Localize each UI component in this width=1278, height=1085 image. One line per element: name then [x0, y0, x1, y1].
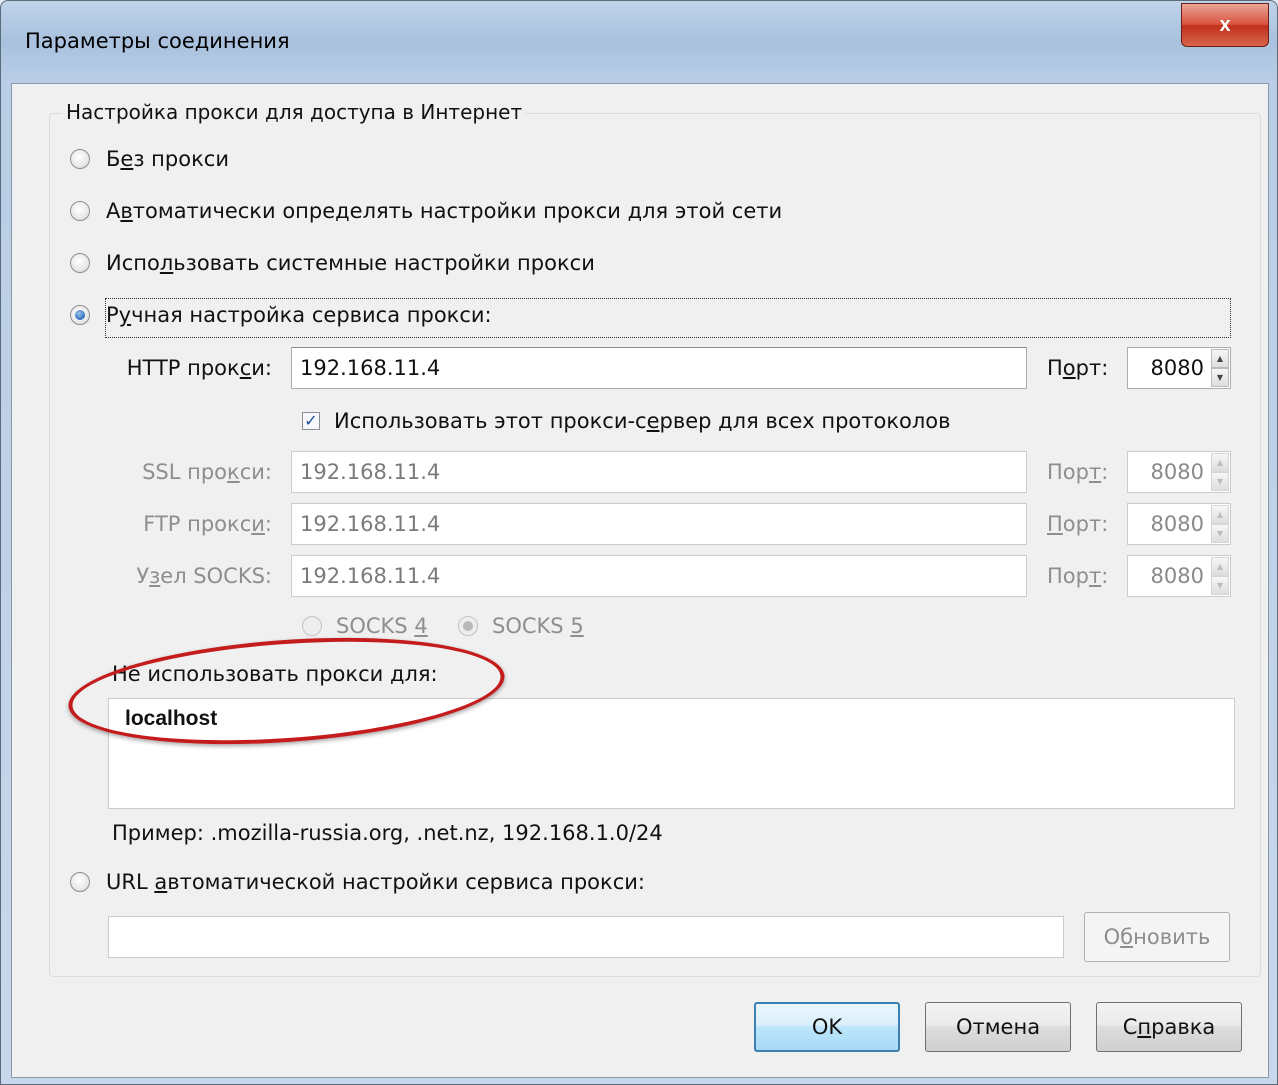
socks-port-spinner[interactable]: ▲ ▼ — [1211, 557, 1229, 595]
ssl-proxy-label: SSL прокси: — [142, 460, 272, 484]
proxy-settings-group — [49, 113, 1261, 977]
ftp-port-spinner[interactable]: ▲ ▼ — [1211, 505, 1229, 543]
spin-up-icon[interactable]: ▲ — [1211, 349, 1229, 368]
http-port-label: Порт: — [1047, 356, 1109, 380]
checkbox[interactable]: ✓ — [302, 412, 320, 430]
ftp-port-label: Порт: — [1047, 512, 1109, 536]
spin-down-icon[interactable]: ▼ — [1211, 524, 1229, 543]
radio-auto-config-url-label: URL автоматической настройки сервиса про… — [106, 870, 645, 894]
radio-no-proxy[interactable]: Без прокси — [70, 147, 229, 171]
ftp-proxy-label: FTP прокси: — [143, 512, 272, 536]
radio-system-settings[interactable]: Использовать системные настройки прокси — [70, 251, 595, 275]
radio-button[interactable] — [70, 253, 90, 273]
radio-auto-detect-label: Автоматически определять настройки прокс… — [106, 199, 783, 223]
ftp-proxy-input[interactable]: 192.168.11.4 — [291, 503, 1027, 545]
connection-settings-dialog: Параметры соединения x Настройка прокси … — [0, 0, 1278, 1085]
spin-down-icon[interactable]: ▼ — [1211, 368, 1229, 387]
ssl-port-input[interactable]: 8080 ▲ ▼ — [1127, 451, 1231, 493]
ok-button[interactable]: OK — [754, 1002, 900, 1052]
http-proxy-input[interactable]: 192.168.11.4 — [291, 347, 1027, 389]
radio-manual-proxy[interactable]: Ручная настройка сервиса прокси: — [70, 303, 492, 327]
radio-button-selected[interactable] — [458, 616, 478, 636]
no-proxy-for-label: Не использовать прокси для: — [112, 662, 438, 686]
ssl-port-label: Порт: — [1047, 460, 1109, 484]
http-proxy-label: HTTP прокси: — [126, 356, 272, 380]
spin-up-icon[interactable]: ▲ — [1211, 505, 1229, 524]
radio-no-proxy-label: Без прокси — [106, 147, 229, 171]
radio-button[interactable] — [70, 872, 90, 892]
radio-manual-proxy-label: Ручная настройка сервиса прокси: — [106, 303, 492, 327]
socks-port-label: Порт: — [1047, 564, 1109, 588]
spin-up-icon[interactable]: ▲ — [1211, 453, 1229, 472]
close-icon: x — [1219, 13, 1231, 36]
radio-button[interactable] — [70, 149, 90, 169]
ftp-port-value: 8080 — [1150, 512, 1204, 536]
no-proxy-example: Пример: .mozilla-russia.org, .net.nz, 19… — [112, 821, 663, 845]
socks-port-value: 8080 — [1150, 564, 1204, 588]
radio-button[interactable] — [302, 616, 322, 636]
radio-system-settings-label: Использовать системные настройки прокси — [106, 251, 595, 275]
radio-socks4[interactable]: SOCKS 4 — [302, 614, 428, 638]
spin-down-icon[interactable]: ▼ — [1211, 576, 1229, 595]
radio-auto-detect[interactable]: Автоматически определять настройки прокс… — [70, 199, 782, 223]
cancel-button[interactable]: Отмена — [925, 1002, 1071, 1052]
dialog-title: Параметры соединения — [25, 29, 290, 53]
title-bar: Параметры соединения x — [1, 1, 1277, 81]
reload-button[interactable]: Об новить — [1084, 912, 1230, 962]
http-port-spinner[interactable]: ▲ ▼ — [1211, 349, 1229, 387]
radio-socks5[interactable]: SOCKS 5 — [458, 614, 584, 638]
dialog-body: Настройка прокси для доступа в Интернет … — [11, 83, 1269, 1078]
radio-selected-dot-icon — [75, 310, 85, 320]
radio-socks5-label: SOCKS 5 — [492, 614, 584, 638]
socks-port-input[interactable]: 8080 ▲ ▼ — [1127, 555, 1231, 597]
ssl-port-spinner[interactable]: ▲ ▼ — [1211, 453, 1229, 491]
radio-auto-config-url[interactable]: URL автоматической настройки сервиса про… — [70, 870, 645, 894]
radio-button[interactable] — [70, 201, 90, 221]
help-button[interactable]: Сп равка — [1096, 1002, 1242, 1052]
ssl-port-value: 8080 — [1150, 460, 1204, 484]
radio-button-selected[interactable] — [70, 305, 90, 325]
ssl-proxy-input[interactable]: 192.168.11.4 — [291, 451, 1027, 493]
use-for-all-protocols-checkbox[interactable]: ✓ Использовать этот прокси-сервер для вс… — [302, 409, 951, 433]
radio-socks4-label: SOCKS 4 — [336, 614, 428, 638]
checkmark-icon: ✓ — [304, 411, 318, 430]
socks-host-input[interactable]: 192.168.11.4 — [291, 555, 1027, 597]
auto-config-url-input[interactable] — [108, 916, 1064, 958]
ftp-port-input[interactable]: 8080 ▲ ▼ — [1127, 503, 1231, 545]
proxy-settings-group-label: Настройка прокси для доступа в Интернет — [62, 100, 527, 124]
socks-host-label: Узел SOCKS: — [136, 564, 272, 588]
close-button[interactable]: x — [1181, 3, 1269, 47]
spin-up-icon[interactable]: ▲ — [1211, 557, 1229, 576]
no-proxy-for-textarea[interactable]: localhost — [108, 698, 1235, 809]
radio-selected-dot-icon — [463, 621, 473, 631]
use-for-all-protocols-label: Использовать этот прокси-сервер для всех… — [334, 409, 951, 433]
spin-down-icon[interactable]: ▼ — [1211, 472, 1229, 491]
http-port-value: 8080 — [1150, 356, 1204, 380]
http-port-input[interactable]: 8080 ▲ ▼ — [1127, 347, 1231, 389]
